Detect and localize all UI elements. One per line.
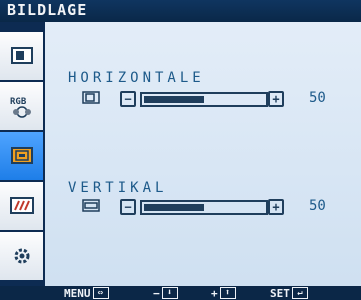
up-hint-label: + <box>211 286 218 300</box>
osd-title: BILDLAGE <box>7 1 88 19</box>
sidebar-item-picture[interactable] <box>0 32 43 82</box>
position-screen-icon <box>10 147 33 164</box>
geometry-lines-icon <box>9 197 34 214</box>
gear-icon <box>14 248 29 264</box>
horizontal-decrease-button[interactable]: − <box>120 91 136 107</box>
vertical-value: 50 <box>309 198 326 214</box>
monitor-picture-icon <box>10 47 33 64</box>
down-hint-label: − <box>153 286 160 300</box>
horizontal-position-icon <box>82 91 100 104</box>
set-key-icon: ↵ <box>291 287 308 299</box>
osd-sidebar: RGB <box>0 22 45 286</box>
up-hint: + ⬆ <box>211 286 236 300</box>
down-hint: − ⬇ <box>153 286 178 300</box>
rgb-color-icon: RGB <box>10 97 31 118</box>
horizontal-increase-button[interactable]: + <box>268 91 284 107</box>
set-hint: SET ↵ <box>270 286 308 300</box>
vertical-slider-row: − + 50 <box>82 198 342 216</box>
title-bar: BILDLAGE <box>0 0 361 22</box>
sidebar-item-geometry[interactable] <box>0 182 43 232</box>
menu-hint: MENU ⇔ <box>64 286 109 300</box>
vertical-decrease-button[interactable]: − <box>120 199 136 215</box>
vertical-position-icon <box>82 199 100 212</box>
osd-footer: MENU ⇔ − ⬇ + ⬆ SET ↵ <box>0 286 361 300</box>
set-hint-label: SET <box>270 286 290 300</box>
up-key-icon: ⬆ <box>219 287 236 299</box>
horizontal-slider[interactable] <box>140 92 268 107</box>
vertical-slider[interactable] <box>140 200 268 215</box>
horizontal-slider-row: − + 50 <box>82 90 342 108</box>
horizontal-value: 50 <box>309 90 326 106</box>
vertical-label: VERTIKAL <box>68 180 168 196</box>
menu-key-icon: ⇔ <box>92 287 109 299</box>
sidebar-item-position[interactable] <box>0 132 43 182</box>
rgb-label: RGB <box>10 97 27 107</box>
down-key-icon: ⬇ <box>161 287 178 299</box>
sidebar-item-color[interactable]: RGB <box>0 82 43 132</box>
horizontal-slider-fill <box>144 96 204 103</box>
vertical-slider-fill <box>144 204 204 211</box>
horizontal-label: HORIZONTALE <box>68 70 205 86</box>
settings-panel: HORIZONTALE − + 50 VERTIKAL − + 50 <box>45 22 361 286</box>
vertical-increase-button[interactable]: + <box>268 199 284 215</box>
menu-hint-label: MENU <box>64 286 91 300</box>
sidebar-item-settings[interactable] <box>0 232 43 282</box>
